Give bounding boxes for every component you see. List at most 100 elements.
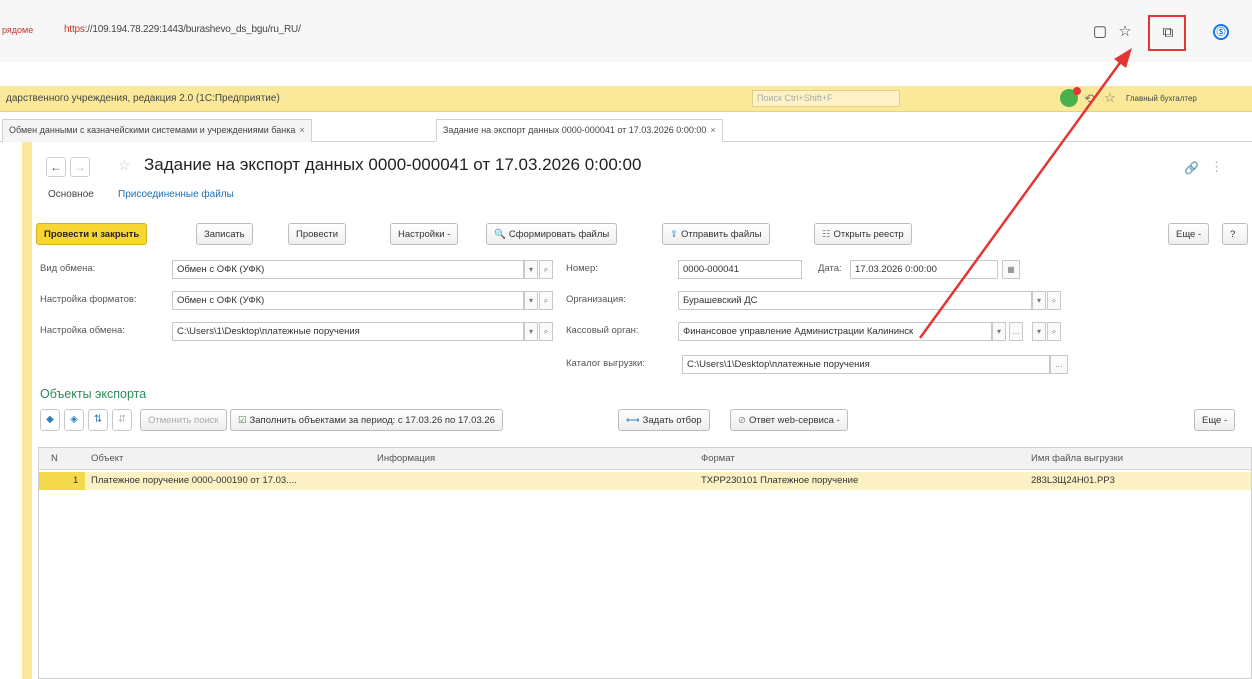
tab-exchange[interactable]: Обмен данными с казначейскими системами …	[2, 119, 312, 142]
subtab-main[interactable]: Основное	[48, 189, 94, 200]
favorite-star-icon[interactable]: ☆	[118, 157, 131, 174]
section-title: Объекты экспорта	[40, 387, 147, 401]
row-number: 1	[73, 475, 79, 486]
more-button[interactable]: Еще -	[1168, 223, 1210, 245]
close-icon[interactable]: ×	[710, 125, 715, 135]
open-link-icon[interactable]: ⌕	[539, 291, 553, 310]
exchange-type-field[interactable]: Обмен с ОФК (УФК)	[172, 260, 524, 279]
open-registry-label: Открыть реестр	[833, 229, 904, 240]
open-windows-tabs: Обмен данными с казначейскими системами …	[0, 116, 1252, 142]
date-label: Дата:	[818, 263, 842, 274]
url-text[interactable]: https://109.194.78.229:1443/burashevo_ds…	[64, 24, 301, 35]
extensions-highlight-box	[1148, 15, 1186, 51]
web-answer-label: Ответ web-сервиса -	[748, 415, 840, 426]
open-link-icon[interactable]: ⌕	[1047, 291, 1061, 310]
user-name[interactable]: Главный бухгалтер	[1126, 94, 1197, 103]
save-button[interactable]: Записать	[196, 223, 253, 245]
format-cell[interactable]: TXPP230101 Платежное поручение	[701, 475, 858, 486]
exchange-settings-label: Настройка обмена:	[40, 325, 125, 336]
dropdown-icon[interactable]: ▾	[524, 322, 538, 341]
link-icon[interactable]: 🔗	[1184, 161, 1199, 175]
dropdown-icon[interactable]: ▾	[524, 291, 538, 310]
column-header[interactable]: Информация	[377, 453, 435, 464]
table-row[interactable]: 1 Платежное поручение 0000-000190 от 17.…	[39, 472, 1251, 490]
exchange-settings-field[interactable]: C:\Users\1\Desktop\платежные поручения	[172, 322, 524, 341]
objects-toolbar: ◆ ◈ ⇅ ⇵ Отменить поиск ☑ Заполнить объект…	[34, 409, 1252, 433]
export-objects-table[interactable]: N Объект Информация Формат Имя файла выг…	[38, 447, 1252, 679]
send-files-button[interactable]: ⇪ Отправить файлы	[662, 223, 770, 245]
column-header[interactable]: Формат	[701, 453, 735, 464]
more-vertical-icon[interactable]: ⋮	[1210, 159, 1223, 175]
cash-authority-field[interactable]: Финансовое управление Администрации Кали…	[678, 322, 992, 341]
global-search-input[interactable]: Поиск Ctrl+Shift+F	[752, 90, 900, 107]
document-form: ← → ☆ Задание на экспорт данных 0000-000…	[34, 143, 1252, 679]
app-title-bar: дарственного учреждения, редакция 2.0 (1…	[0, 86, 1252, 112]
settings-button[interactable]: Настройки -	[390, 223, 459, 245]
cancel-search-button[interactable]: Отменить поиск	[140, 409, 227, 431]
calendar-icon[interactable]: ▦	[1002, 260, 1020, 279]
dropdown-icon[interactable]: ▾	[1032, 322, 1046, 341]
favorites-star-icon[interactable]: ☆	[1104, 90, 1116, 106]
post-and-close-button[interactable]: Провести и закрыть	[36, 223, 148, 245]
profile-icon[interactable]: Ⓢ	[1213, 24, 1229, 40]
security-label: рядоме	[2, 25, 34, 35]
cash-authority-label: Кассовый орган:	[566, 325, 639, 336]
fill-period-label: Заполнить объектами за период: с 17.03.2…	[249, 415, 495, 426]
move-down-icon[interactable]: ⇵	[112, 409, 132, 431]
back-arrow-icon[interactable]: ←	[46, 157, 66, 177]
fill-period-button[interactable]: ☑ Заполнить объектами за период: с 17.03.…	[230, 409, 503, 431]
address-bar[interactable]: рядоме https://109.194.78.229:1443/buras…	[0, 18, 1252, 44]
file-name-cell[interactable]: 283L3Щ24Н01.PP3	[1031, 475, 1115, 486]
dropdown-icon[interactable]: ▾	[1032, 291, 1046, 310]
add-icon[interactable]: ◆	[40, 409, 60, 431]
dropdown-icon[interactable]: ▾	[992, 322, 1006, 341]
open-link-icon[interactable]: ⌕	[1047, 322, 1061, 341]
organization-label: Организация:	[566, 294, 626, 305]
number-field[interactable]: 0000-000041	[678, 260, 802, 279]
close-icon[interactable]: ×	[299, 125, 304, 135]
organization-field[interactable]: Бурашевский ДС	[678, 291, 1032, 310]
forward-arrow-icon[interactable]: →	[70, 157, 90, 177]
select-ellipsis-icon[interactable]: …	[1009, 322, 1023, 341]
notifications-icon[interactable]	[1060, 87, 1081, 107]
column-header[interactable]: N	[51, 453, 58, 464]
format-settings-label: Настройка форматов:	[40, 294, 137, 305]
exchange-type-label: Вид обмена:	[40, 263, 96, 274]
form-files-button[interactable]: 🔍 Сформировать файлы	[486, 223, 618, 245]
tab-export-task[interactable]: Задание на экспорт данных 0000-000041 от…	[436, 119, 723, 142]
tab-label: Обмен данными с казначейскими системами …	[9, 125, 296, 135]
left-accent-bar	[22, 142, 32, 679]
date-field[interactable]: 17.03.2026 0:00:00	[850, 260, 998, 279]
browse-ellipsis-icon[interactable]: …	[1050, 355, 1068, 374]
help-button[interactable]: ?	[1222, 223, 1248, 245]
browser-toolbar: рядоме https://109.194.78.229:1443/buras…	[0, 0, 1252, 62]
object-cell[interactable]: Платежное поручение 0000-000190 от 17.03…	[91, 475, 297, 486]
format-settings-field[interactable]: Обмен с ОФК (УФК)	[172, 291, 524, 310]
open-link-icon[interactable]: ⌕	[539, 260, 553, 279]
dropdown-icon[interactable]: ▾	[524, 260, 538, 279]
copy-icon[interactable]: ◈	[64, 409, 84, 431]
subtab-attached-files[interactable]: Присоединенные файлы	[118, 189, 234, 200]
set-filter-label: Задать отбор	[642, 415, 702, 426]
column-header[interactable]: Имя файла выгрузки	[1031, 453, 1123, 464]
set-filter-button[interactable]: ⟷ Задать отбор	[618, 409, 710, 431]
objects-more-button[interactable]: Еще -	[1194, 409, 1236, 431]
export-catalog-field[interactable]: C:\Users\1\Desktop\платежные поручения	[682, 355, 1050, 374]
number-label: Номер:	[566, 263, 598, 274]
registry-icon: ☷	[822, 229, 831, 240]
bookmark-star-icon[interactable]: ☆	[1115, 22, 1135, 42]
fill-icon: ☑	[238, 415, 247, 426]
move-up-icon[interactable]: ⇅	[88, 409, 108, 431]
command-bar: Провести и закрыть Записать Провести Нас…	[34, 223, 1252, 247]
attach-icon: ⊘	[738, 415, 746, 426]
column-header[interactable]: Объект	[91, 453, 123, 464]
tab-search-icon[interactable]: ▢	[1090, 22, 1110, 42]
open-registry-button[interactable]: ☷ Открыть реестр	[814, 223, 912, 245]
open-link-icon[interactable]: ⌕	[539, 322, 553, 341]
send-icon: ⇪	[670, 229, 678, 240]
post-button[interactable]: Провести	[288, 223, 347, 245]
history-icon[interactable]: ⟲	[1084, 91, 1095, 107]
app-title: дарственного учреждения, редакция 2.0 (1…	[6, 93, 280, 104]
web-service-answer-button[interactable]: ⊘ Ответ web-сервиса -	[730, 409, 848, 431]
table-header: N Объект Информация Формат Имя файла выг…	[39, 448, 1251, 470]
